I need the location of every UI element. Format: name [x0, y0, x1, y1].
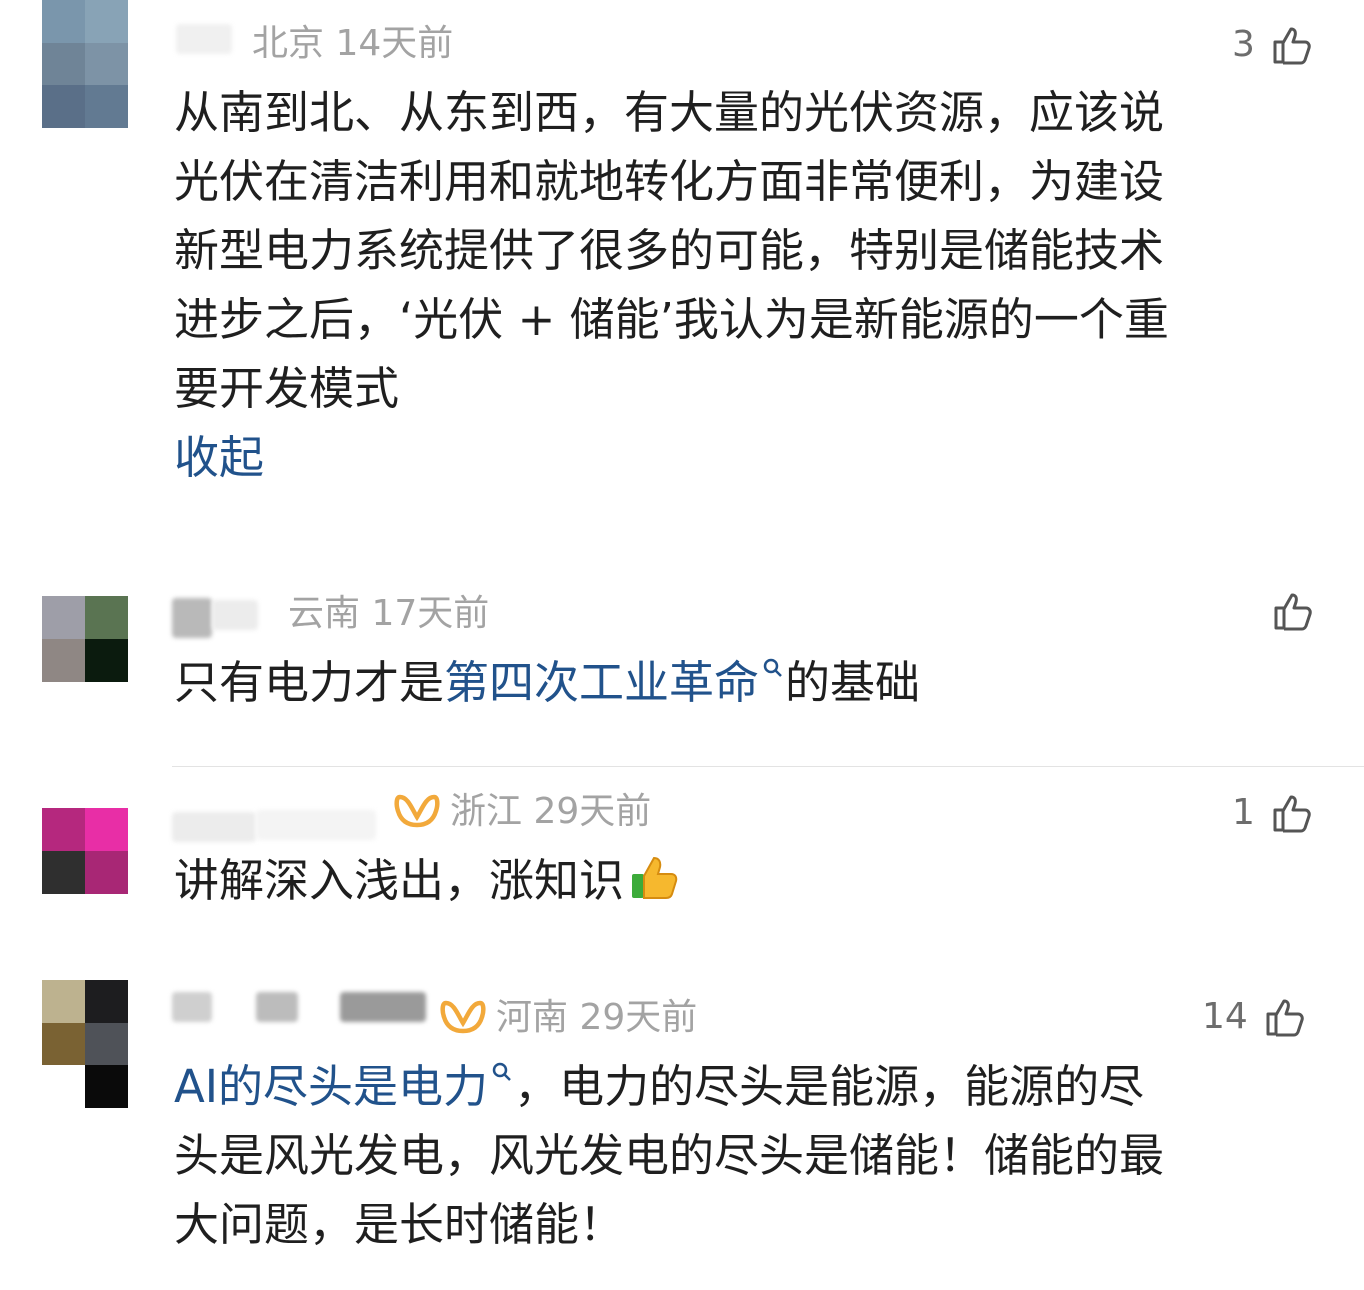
comment-text-segment: 讲解深入浅出，涨知识: [174, 854, 625, 907]
search-topic-link[interactable]: 第四次工业革命: [444, 656, 759, 709]
search-topic-link[interactable]: AI的尽头是电力: [174, 1060, 488, 1113]
username-blurred[interactable]: [172, 992, 212, 1022]
thumbs-up-icon: [1266, 999, 1304, 1037]
username-blurred: [340, 992, 426, 1022]
comment-line: 从南到北、从东到西，有大量的光伏资源，应该说: [174, 86, 1165, 139]
comment-location-time: 云南 17天前: [288, 593, 490, 634]
avatar[interactable]: [42, 0, 128, 128]
username-blurred[interactable]: [172, 812, 256, 842]
comment-text: 从南到北、从东到西，有大量的光伏资源，应该说 光伏在清洁利用和就地转化方面非常便…: [174, 78, 1169, 492]
vip-badge-icon: [394, 794, 440, 828]
vip-badge-icon: [440, 1000, 486, 1034]
like-count: 1: [1232, 792, 1255, 833]
username-blurred: [256, 810, 376, 840]
collapse-link[interactable]: 收起: [174, 423, 1169, 492]
like-button[interactable]: 3: [1232, 22, 1313, 67]
avatar[interactable]: [42, 596, 128, 682]
comment-text: 只有电力才是第四次工业革命 的基础: [174, 648, 920, 717]
avatar[interactable]: [42, 980, 128, 1108]
comment-text-segment: 只有电力才是: [174, 656, 445, 709]
username-blurred: [256, 992, 298, 1022]
comment-text-segment: 的基础: [785, 656, 921, 709]
comment-line: 头是风光发电，风光发电的尽头是储能！储能的最: [174, 1129, 1165, 1182]
search-icon: [763, 658, 782, 677]
like-button[interactable]: 14: [1202, 994, 1306, 1039]
comment-location-time: 北京 14天前: [252, 23, 454, 64]
comment-line: 要开发模式: [174, 362, 400, 415]
comment-line: 新型电力系统提供了很多的可能，特别是储能技术: [174, 224, 1165, 277]
comment-location-time: 浙江 29天前: [394, 790, 651, 834]
comment-text: AI的尽头是电力 ，电力的尽头是能源，能源的尽 头是风光发电，风光发电的尽头是储能…: [174, 1052, 1164, 1259]
like-count: 3: [1232, 24, 1255, 65]
comment-text-segment: ，电力的尽头是能源，能源的尽: [514, 1060, 1145, 1113]
username-blurred: [212, 600, 258, 630]
thumbs-up-icon: [1273, 27, 1311, 65]
username-blurred[interactable]: [172, 598, 212, 638]
avatar[interactable]: [42, 808, 128, 894]
search-icon: [492, 1062, 511, 1081]
comment-line: 进步之后，‘光伏 + 储能’我认为是新能源的一个重: [174, 293, 1169, 346]
comment-line: 光伏在清洁利用和就地转化方面非常便利，为建设: [174, 155, 1165, 208]
comment-text: 讲解深入浅出，涨知识: [174, 846, 680, 915]
thumbs-up-emoji: [632, 856, 678, 899]
like-button[interactable]: [1270, 588, 1314, 633]
divider: [172, 766, 1364, 767]
like-count: 14: [1202, 996, 1248, 1037]
comment-line: 大问题，是长时储能！: [174, 1198, 625, 1251]
username-blurred[interactable]: [176, 24, 232, 54]
comment-location-time: 河南 29天前: [440, 996, 697, 1040]
like-button[interactable]: 1: [1232, 790, 1313, 835]
thumbs-up-icon: [1274, 593, 1312, 631]
thumbs-up-icon: [1273, 795, 1311, 833]
